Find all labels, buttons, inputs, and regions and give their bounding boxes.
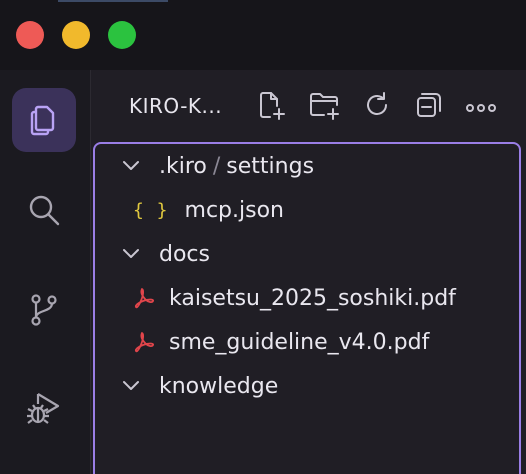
file-name-sme-guideline-pdf: sme_guideline_v4.0.pdf: [169, 329, 430, 355]
search-icon: [26, 192, 62, 228]
json-file-icon: { }: [133, 199, 169, 221]
activity-source-control[interactable]: [12, 278, 76, 342]
folder-name-kiro: .kiro: [159, 153, 207, 179]
close-window-button[interactable]: [16, 21, 44, 49]
collapse-all-button[interactable]: [412, 90, 446, 124]
new-folder-icon: [308, 89, 342, 125]
tree-file-pdf-kaisetsu[interactable]: kaisetsu_2025_soshiki.pdf: [95, 276, 526, 320]
explorer-sidebar: KIRO-K... .kiro / settings {} mcp.json …: [91, 70, 526, 474]
tree-folder-knowledge[interactable]: knowledge: [95, 364, 526, 408]
files-icon: [26, 102, 62, 138]
folder-name-settings: settings: [226, 153, 315, 179]
new-folder-button[interactable]: [308, 90, 342, 124]
tree-file-mcp-json[interactable]: { } mcp.json: [95, 188, 526, 232]
chevron-down-icon: [121, 156, 141, 176]
folder-name-knowledge: knowledge: [159, 373, 279, 399]
chevron-down-icon: [121, 376, 141, 396]
title-bar: [0, 0, 526, 70]
pdf-file-icon: [133, 331, 155, 353]
path-separator: /: [212, 153, 221, 179]
more-actions-button[interactable]: [464, 90, 498, 124]
new-file-icon: [255, 89, 287, 125]
file-name-kaisetsu-pdf: kaisetsu_2025_soshiki.pdf: [169, 285, 456, 311]
activity-run-debug[interactable]: [12, 376, 76, 440]
refresh-icon: [362, 90, 392, 124]
minimize-window-button[interactable]: [62, 21, 90, 49]
source-control-icon: [26, 292, 62, 328]
run-debug-icon: [24, 388, 64, 428]
chevron-down-icon: [121, 244, 141, 264]
folder-name-docs: docs: [159, 241, 210, 267]
tree-file-pdf-sme-guideline[interactable]: sme_guideline_v4.0.pdf: [95, 320, 526, 364]
file-tree: .kiro / settings { } mcp.json docs kaise…: [93, 142, 521, 474]
tree-folder-docs[interactable]: docs: [95, 232, 526, 276]
refresh-button[interactable]: [360, 90, 394, 124]
activity-search[interactable]: [12, 178, 76, 242]
collapse-all-icon: [414, 90, 444, 124]
activity-explorer[interactable]: [12, 88, 76, 152]
file-name-mcp-json: mcp.json: [184, 197, 284, 223]
new-file-button[interactable]: [254, 90, 288, 124]
titlebar-accent: [58, 0, 168, 2]
activity-bar: [0, 70, 91, 474]
maximize-window-button[interactable]: [108, 21, 136, 49]
more-icon: [465, 98, 497, 117]
workspace-title[interactable]: KIRO-K...: [129, 94, 222, 118]
app-window: KIRO-K... .kiro / settings {} mcp.json …: [0, 0, 526, 474]
pdf-file-icon: [133, 287, 155, 309]
tree-folder-kiro-settings[interactable]: .kiro / settings: [95, 144, 526, 188]
sidebar-header: KIRO-K...: [91, 70, 526, 142]
